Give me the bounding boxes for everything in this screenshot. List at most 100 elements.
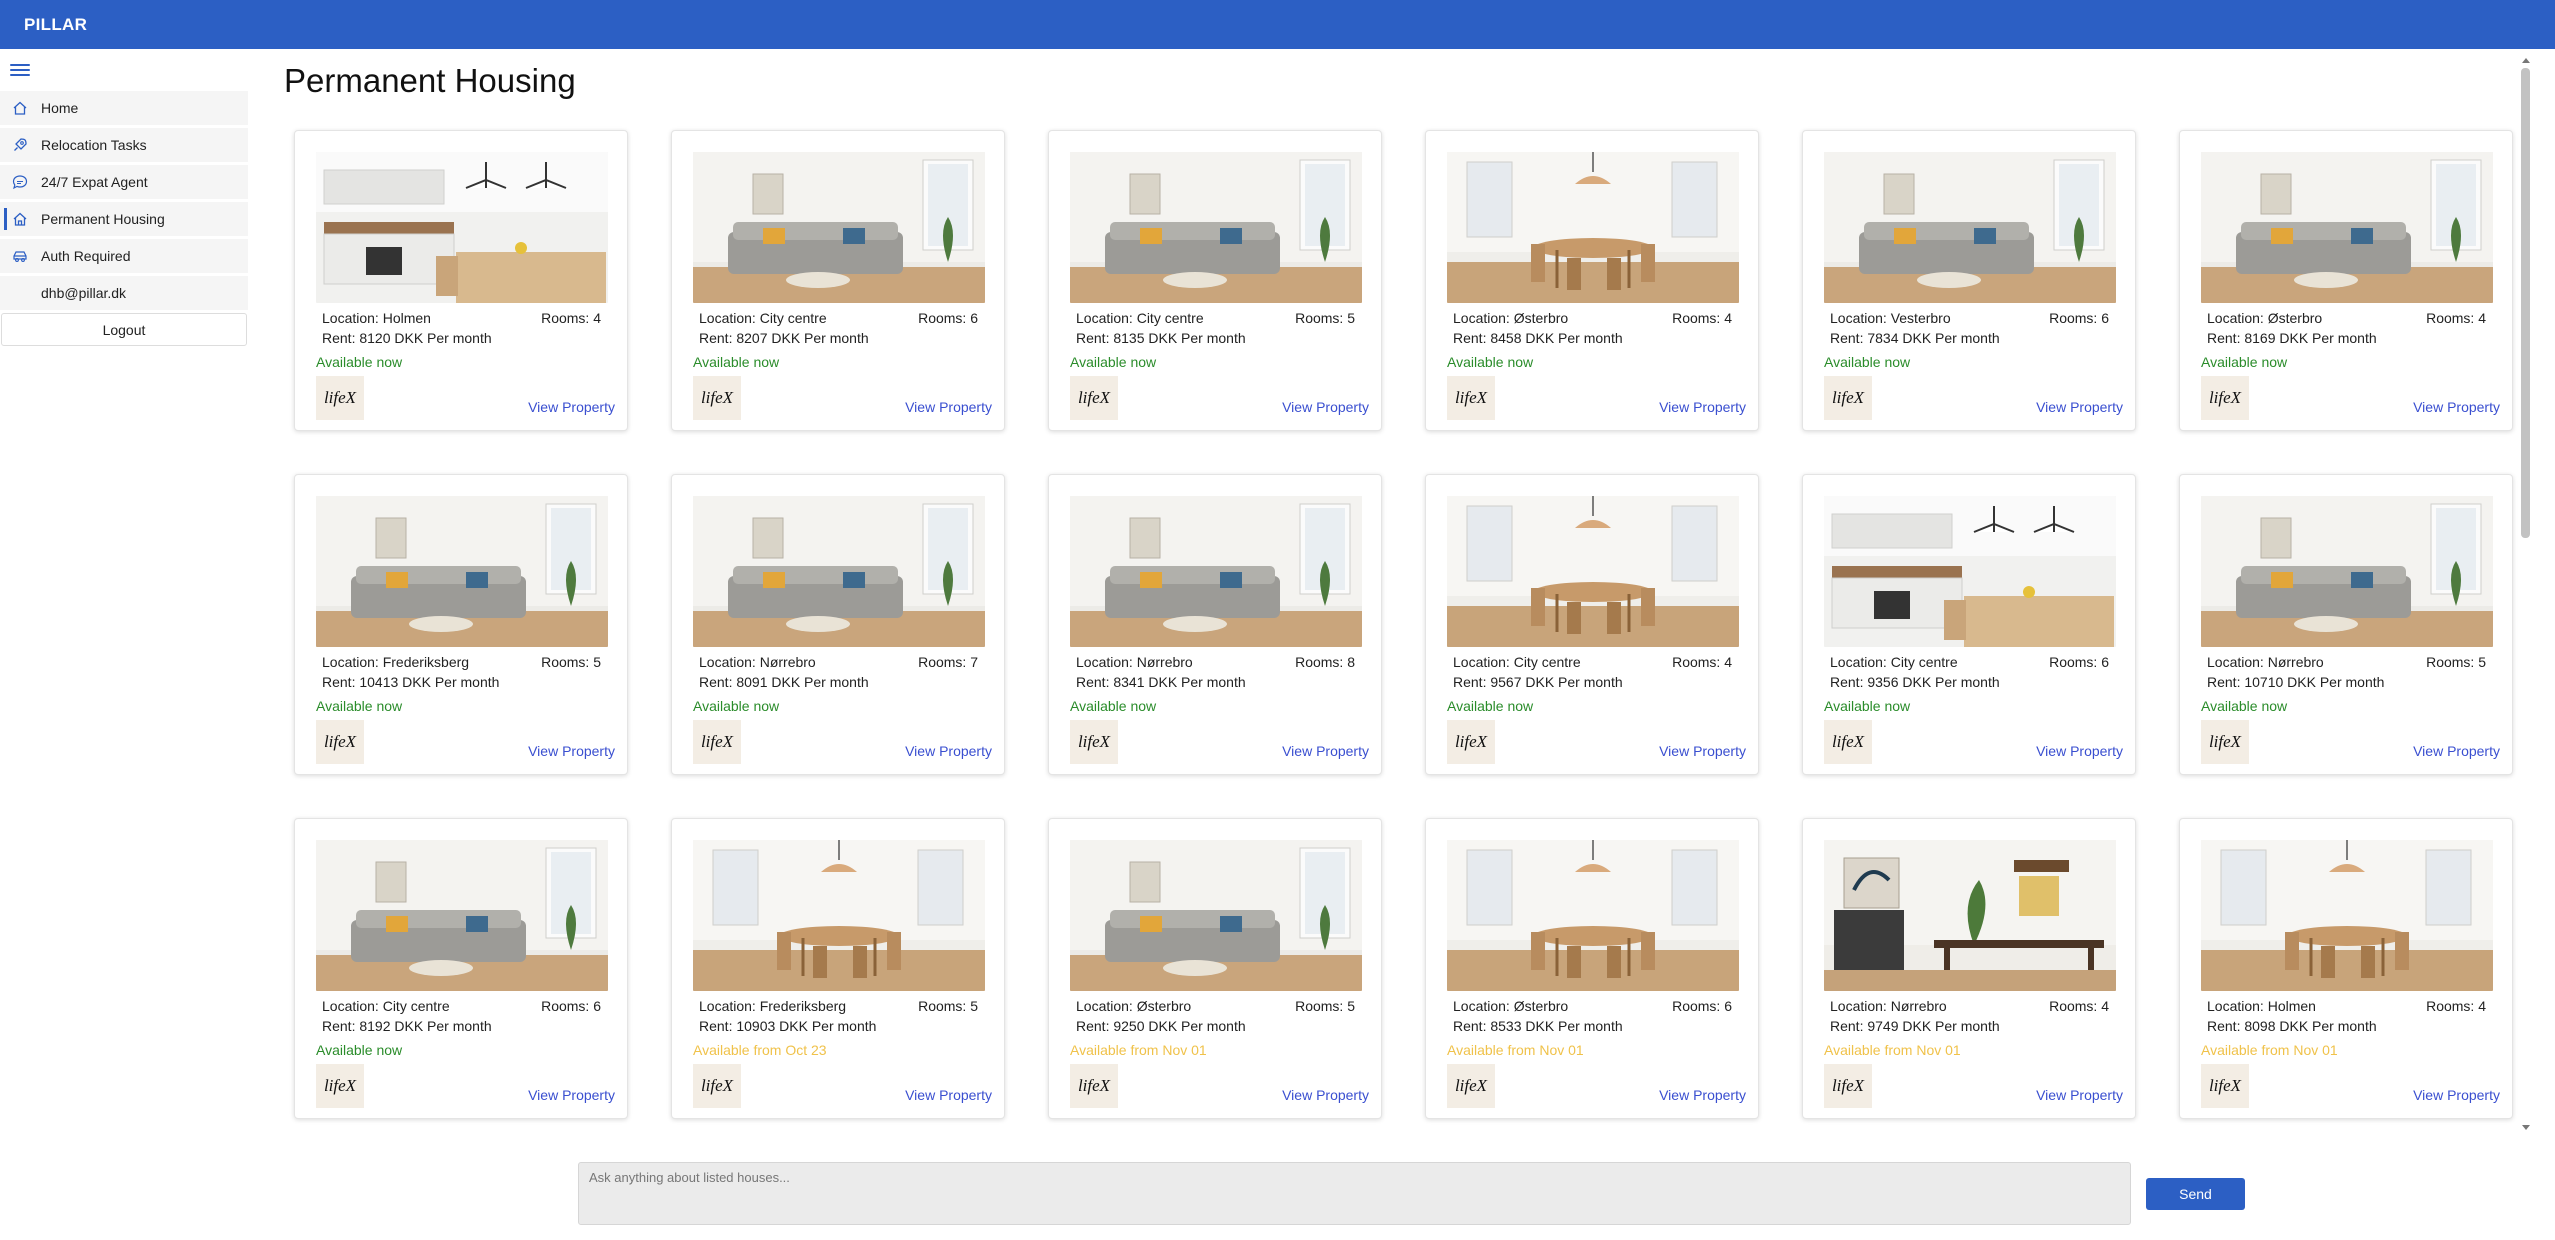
property-photo[interactable] bbox=[2201, 496, 2493, 647]
availability-status: Available now bbox=[2201, 354, 2288, 370]
view-property-link[interactable]: View Property bbox=[528, 743, 615, 759]
chat-input[interactable] bbox=[578, 1162, 2131, 1225]
app-brand: PILLAR bbox=[24, 14, 88, 34]
sidebar-item-label: Permanent Housing bbox=[41, 211, 165, 227]
property-card: Location: Frederiksberg Rooms: 5 Rent: 104… bbox=[294, 474, 628, 775]
view-property-link[interactable]: View Property bbox=[528, 1087, 615, 1103]
scroll-thumb[interactable] bbox=[2521, 68, 2530, 538]
sidebar: Home Relocation Tasks 24/7 Expat Agent P… bbox=[0, 49, 248, 1240]
property-photo[interactable] bbox=[2201, 152, 2493, 303]
view-property-link[interactable]: View Property bbox=[905, 1087, 992, 1103]
property-rooms: Rooms: 4 bbox=[2426, 310, 2486, 326]
sidebar-item-relocation-tasks[interactable]: Relocation Tasks bbox=[0, 128, 248, 162]
property-rent: Rent: 9567 DKK Per month bbox=[1453, 674, 1623, 690]
availability-status: Available now bbox=[1447, 354, 1534, 370]
availability-status: Available from Nov 01 bbox=[1070, 1042, 1207, 1058]
listing-grid: Location: Holmen Rooms: 4 Rent: 8120 DKK P… bbox=[294, 130, 2513, 1119]
sidebar-item-home[interactable]: Home bbox=[0, 91, 248, 125]
property-rooms: Rooms: 6 bbox=[2049, 310, 2109, 326]
property-rent: Rent: 9250 DKK Per month bbox=[1076, 1018, 1246, 1034]
availability-status: Available now bbox=[316, 1042, 403, 1058]
property-rent: Rent: 8091 DKK Per month bbox=[699, 674, 869, 690]
property-rooms: Rooms: 6 bbox=[541, 998, 601, 1014]
property-photo[interactable] bbox=[316, 152, 608, 303]
provider-logo: lifeX bbox=[316, 1064, 364, 1108]
scroll-down-icon[interactable] bbox=[2522, 1125, 2530, 1130]
property-card: Location: Østerbro Rooms: 4 Rent: 8458 DKK… bbox=[1425, 130, 1759, 431]
sidebar-item-label: Home bbox=[41, 100, 79, 116]
view-property-link[interactable]: View Property bbox=[1282, 1087, 1369, 1103]
send-button[interactable]: Send bbox=[2146, 1178, 2245, 1210]
main-content: Permanent Housing Location: Holmen Rooms:… bbox=[248, 49, 2518, 1139]
provider-logo: lifeX bbox=[2201, 376, 2249, 420]
property-rooms: Rooms: 4 bbox=[2426, 998, 2486, 1014]
view-property-link[interactable]: View Property bbox=[1659, 399, 1746, 415]
menu-toggle-icon[interactable] bbox=[10, 61, 30, 81]
sidebar-item-expat-agent[interactable]: 24/7 Expat Agent bbox=[0, 165, 248, 199]
view-property-link[interactable]: View Property bbox=[528, 399, 615, 415]
view-property-link[interactable]: View Property bbox=[1659, 1087, 1746, 1103]
scroll-up-icon[interactable] bbox=[2522, 58, 2530, 63]
sidebar-item-permanent-housing[interactable]: Permanent Housing bbox=[0, 202, 248, 236]
property-rooms: Rooms: 5 bbox=[541, 654, 601, 670]
property-photo[interactable] bbox=[1070, 152, 1362, 303]
property-location: Location: Østerbro bbox=[1453, 310, 1569, 326]
availability-status: Available now bbox=[316, 698, 403, 714]
view-property-link[interactable]: View Property bbox=[1282, 743, 1369, 759]
provider-logo: lifeX bbox=[1447, 720, 1495, 764]
property-photo[interactable] bbox=[1447, 840, 1739, 991]
view-property-link[interactable]: View Property bbox=[1659, 743, 1746, 759]
property-rent: Rent: 8169 DKK Per month bbox=[2207, 330, 2377, 346]
provider-logo: lifeX bbox=[693, 376, 741, 420]
view-property-link[interactable]: View Property bbox=[2036, 743, 2123, 759]
property-photo[interactable] bbox=[1070, 840, 1362, 991]
property-photo[interactable] bbox=[1824, 152, 2116, 303]
view-property-link[interactable]: View Property bbox=[2413, 399, 2500, 415]
scrollbar[interactable] bbox=[2519, 58, 2533, 1134]
view-property-link[interactable]: View Property bbox=[2413, 743, 2500, 759]
house-icon bbox=[12, 211, 28, 227]
property-rooms: Rooms: 6 bbox=[918, 310, 978, 326]
provider-logo: lifeX bbox=[693, 720, 741, 764]
property-rent: Rent: 8207 DKK Per month bbox=[699, 330, 869, 346]
property-card: Location: City centre Rooms: 6 Rent: 8207 … bbox=[671, 130, 1005, 431]
provider-logo: lifeX bbox=[2201, 1064, 2249, 1108]
property-photo[interactable] bbox=[316, 496, 608, 647]
logout-button[interactable]: Logout bbox=[1, 313, 247, 346]
property-photo[interactable] bbox=[1824, 840, 2116, 991]
rocket-icon bbox=[12, 137, 28, 153]
property-card: Location: City centre Rooms: 5 Rent: 8135 … bbox=[1048, 130, 1382, 431]
property-photo[interactable] bbox=[2201, 840, 2493, 991]
property-card: Location: Vesterbro Rooms: 6 Rent: 7834 DK… bbox=[1802, 130, 2136, 431]
property-card: Location: Frederiksberg Rooms: 5 Rent: 109… bbox=[671, 818, 1005, 1119]
page-title: Permanent Housing bbox=[284, 62, 576, 99]
sidebar-item-auth-required[interactable]: Auth Required bbox=[0, 239, 248, 273]
property-rooms: Rooms: 6 bbox=[1672, 998, 1732, 1014]
property-photo[interactable] bbox=[693, 496, 985, 647]
view-property-link[interactable]: View Property bbox=[1282, 399, 1369, 415]
property-card: Location: Nørrebro Rooms: 8 Rent: 8341 DKK… bbox=[1048, 474, 1382, 775]
property-photo[interactable] bbox=[1070, 496, 1362, 647]
property-rooms: Rooms: 6 bbox=[2049, 654, 2109, 670]
property-card: Location: City centre Rooms: 6 Rent: 8192 … bbox=[294, 818, 628, 1119]
property-photo[interactable] bbox=[1824, 496, 2116, 647]
property-rent: Rent: 10710 DKK Per month bbox=[2207, 674, 2385, 690]
view-property-link[interactable]: View Property bbox=[2036, 1087, 2123, 1103]
availability-status: Available now bbox=[1824, 698, 1911, 714]
property-location: Location: Nørrebro bbox=[2207, 654, 2324, 670]
property-photo[interactable] bbox=[316, 840, 608, 991]
view-property-link[interactable]: View Property bbox=[905, 743, 992, 759]
view-property-link[interactable]: View Property bbox=[905, 399, 992, 415]
property-location: Location: City centre bbox=[699, 310, 827, 326]
view-property-link[interactable]: View Property bbox=[2413, 1087, 2500, 1103]
provider-logo: lifeX bbox=[316, 376, 364, 420]
property-photo[interactable] bbox=[693, 152, 985, 303]
property-location: Location: Nørrebro bbox=[1076, 654, 1193, 670]
property-photo[interactable] bbox=[1447, 152, 1739, 303]
property-photo[interactable] bbox=[693, 840, 985, 991]
property-rent: Rent: 9356 DKK Per month bbox=[1830, 674, 2000, 690]
property-rooms: Rooms: 4 bbox=[1672, 654, 1732, 670]
view-property-link[interactable]: View Property bbox=[2036, 399, 2123, 415]
property-photo[interactable] bbox=[1447, 496, 1739, 647]
property-location: Location: Frederiksberg bbox=[699, 998, 847, 1014]
